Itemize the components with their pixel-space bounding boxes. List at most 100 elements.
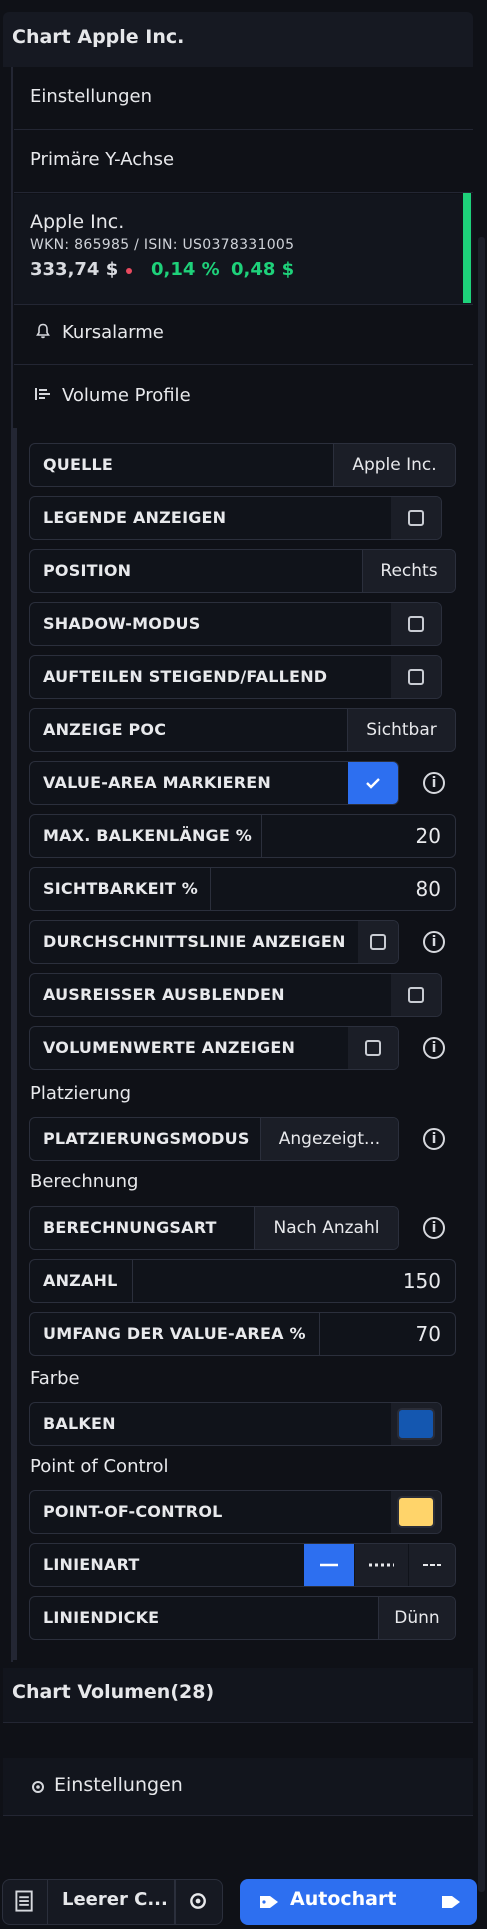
status-dot <box>126 268 132 274</box>
template-settings-button[interactable] <box>175 1879 223 1925</box>
info-icon[interactable]: i <box>423 1128 445 1150</box>
document-icon <box>15 1890 33 1912</box>
setting-label: DURCHSCHNITTSLINIE ANZEIGEN <box>43 932 346 951</box>
shadow-checkbox[interactable] <box>391 603 441 645</box>
sichtbarkeit-input[interactable]: 80 <box>416 868 441 910</box>
setting-balken-color: BALKEN <box>29 1402 442 1446</box>
info-icon[interactable]: i <box>423 931 445 953</box>
setting-label: LINIENDICKE <box>43 1608 160 1627</box>
scrollbar[interactable] <box>478 237 485 1892</box>
nav-primary-y-axis[interactable]: Primäre Y-Achse <box>30 149 174 170</box>
line-style-solid[interactable] <box>304 1544 354 1586</box>
berechnungsart-select[interactable]: Nach Anzahl <box>255 1207 398 1249</box>
instrument-ids: WKN: 865985 / ISIN: US0378331005 <box>30 237 295 253</box>
setting-sichtbarkeit: SICHTBARKEIT % 80 <box>29 867 456 911</box>
setting-volumenwerte: VOLUMENWERTE ANZEIGEN <box>29 1026 399 1070</box>
setting-label: BALKEN <box>43 1414 116 1433</box>
setting-value-area: VALUE-AREA MARKIEREN <box>29 761 399 805</box>
setting-berechnungsart: BERECHNUNGSART Nach Anzahl <box>29 1206 399 1250</box>
setting-label: PLATZIERUNGSMODUS <box>43 1129 250 1148</box>
divider <box>3 1722 473 1723</box>
setting-label: MAX. BALKENLÄNGE % <box>43 826 253 845</box>
nav-kursalarme[interactable]: Kursalarme <box>62 322 164 343</box>
check-icon <box>366 778 380 789</box>
instrument-price: 333,74 $ <box>30 259 119 280</box>
line-style-dotted[interactable] <box>355 1544 408 1586</box>
setting-label: AUSREISSER AUSBLENDEN <box>43 985 285 1004</box>
info-icon[interactable]: i <box>423 1217 445 1239</box>
divider <box>14 192 473 193</box>
einstellungen-label: Einstellungen <box>54 1774 183 1796</box>
checkbox-box <box>365 1040 381 1056</box>
setting-label: VOLUMENWERTE ANZEIGEN <box>43 1038 296 1057</box>
instrument-change-abs: 0,48 $ <box>231 259 295 280</box>
gear-icon <box>32 1781 44 1793</box>
section-berechnung: Berechnung <box>30 1171 139 1192</box>
checkbox-box <box>408 510 424 526</box>
umfang-input[interactable]: 70 <box>416 1313 441 1355</box>
divider <box>319 1313 320 1355</box>
nav-volume-profile[interactable]: Volume Profile <box>62 385 191 406</box>
balken-color-picker[interactable] <box>391 1403 441 1445</box>
chart-volumen-title: Chart Volumen(28) <box>12 1681 215 1703</box>
checkbox-box <box>408 669 424 685</box>
setting-label: ANZAHL <box>43 1271 118 1290</box>
info-icon[interactable]: i <box>423 772 445 794</box>
line-style-dashed[interactable] <box>409 1544 455 1586</box>
poc-select[interactable]: Sichtbar <box>348 709 455 751</box>
setting-label: VALUE-AREA MARKIEREN <box>43 773 271 792</box>
setting-aufteilen: AUFTEILEN STEIGEND/FALLEND <box>29 655 442 699</box>
setting-liniendicke: LINIENDICKE Dünn <box>29 1596 456 1640</box>
aufteilen-checkbox[interactable] <box>391 656 441 698</box>
setting-label: SHADOW-MODUS <box>43 614 201 633</box>
section-farbe: Farbe <box>30 1368 80 1389</box>
volume-profile-icon <box>35 388 50 400</box>
setting-umfang: UMFANG DER VALUE-AREA % 70 <box>29 1312 456 1356</box>
dashed-line-icon <box>423 1564 441 1566</box>
volumenwerte-checkbox[interactable] <box>348 1027 398 1069</box>
section-platzierung: Platzierung <box>30 1083 132 1104</box>
divider <box>14 364 473 365</box>
max-balken-input[interactable]: 20 <box>416 815 441 857</box>
divider <box>261 815 262 857</box>
liniendicke-select[interactable]: Dünn <box>379 1597 455 1639</box>
tree-line-inner <box>13 428 17 1660</box>
divider <box>14 129 473 130</box>
quelle-select[interactable]: Apple Inc. <box>334 444 455 486</box>
position-select[interactable]: Rechts <box>363 550 455 592</box>
setting-label: AUFTEILEN STEIGEND/FALLEND <box>43 667 328 686</box>
divider <box>210 868 211 910</box>
setting-platzierungsmodus: PLATZIERUNGSMODUS Angezeigt... <box>29 1117 399 1161</box>
setting-anzeige-poc: ANZEIGE POC Sichtbar <box>29 708 456 752</box>
nav-einstellungen[interactable]: Einstellungen <box>30 86 152 107</box>
setting-label: BERECHNUNGSART <box>43 1218 217 1237</box>
bell-icon <box>36 323 50 339</box>
setting-max-balken: MAX. BALKENLÄNGE % 20 <box>29 814 456 858</box>
legende-checkbox[interactable] <box>391 497 441 539</box>
setting-quelle: QUELLE Apple Inc. <box>29 443 456 487</box>
value-area-checkbox[interactable] <box>348 762 398 804</box>
setting-durchschnitt: DURCHSCHNITTSLINIE ANZEIGEN <box>29 920 399 964</box>
setting-poc-color: POINT-OF-CONTROL <box>29 1490 442 1534</box>
checkbox-box <box>408 616 424 632</box>
checkbox-box <box>370 934 386 950</box>
color-swatch <box>397 1408 435 1440</box>
poc-color-picker[interactable] <box>391 1491 441 1533</box>
template-button[interactable] <box>2 1879 48 1925</box>
panel-title: Chart Apple Inc. <box>12 26 185 48</box>
setting-label: POSITION <box>43 561 132 580</box>
setting-shadow: SHADOW-MODUS <box>29 602 442 646</box>
solid-line-icon <box>320 1563 338 1567</box>
section-poc: Point of Control <box>30 1456 169 1477</box>
info-icon[interactable]: i <box>423 1037 445 1059</box>
platzierungsmodus-select[interactable]: Angezeigt... <box>261 1118 398 1160</box>
setting-label: LEGENDE ANZEIGEN <box>43 508 227 527</box>
setting-label: QUELLE <box>43 455 114 474</box>
instrument-change-pct: 0,14 % <box>151 259 220 280</box>
setting-anzahl: ANZAHL 150 <box>29 1259 456 1303</box>
ausreisser-checkbox[interactable] <box>391 974 441 1016</box>
anzahl-input[interactable]: 150 <box>403 1260 441 1302</box>
gear-icon <box>190 1893 206 1909</box>
durchschnitt-checkbox[interactable] <box>358 921 398 963</box>
setting-ausreisser: AUSREISSER AUSBLENDEN <box>29 973 442 1017</box>
